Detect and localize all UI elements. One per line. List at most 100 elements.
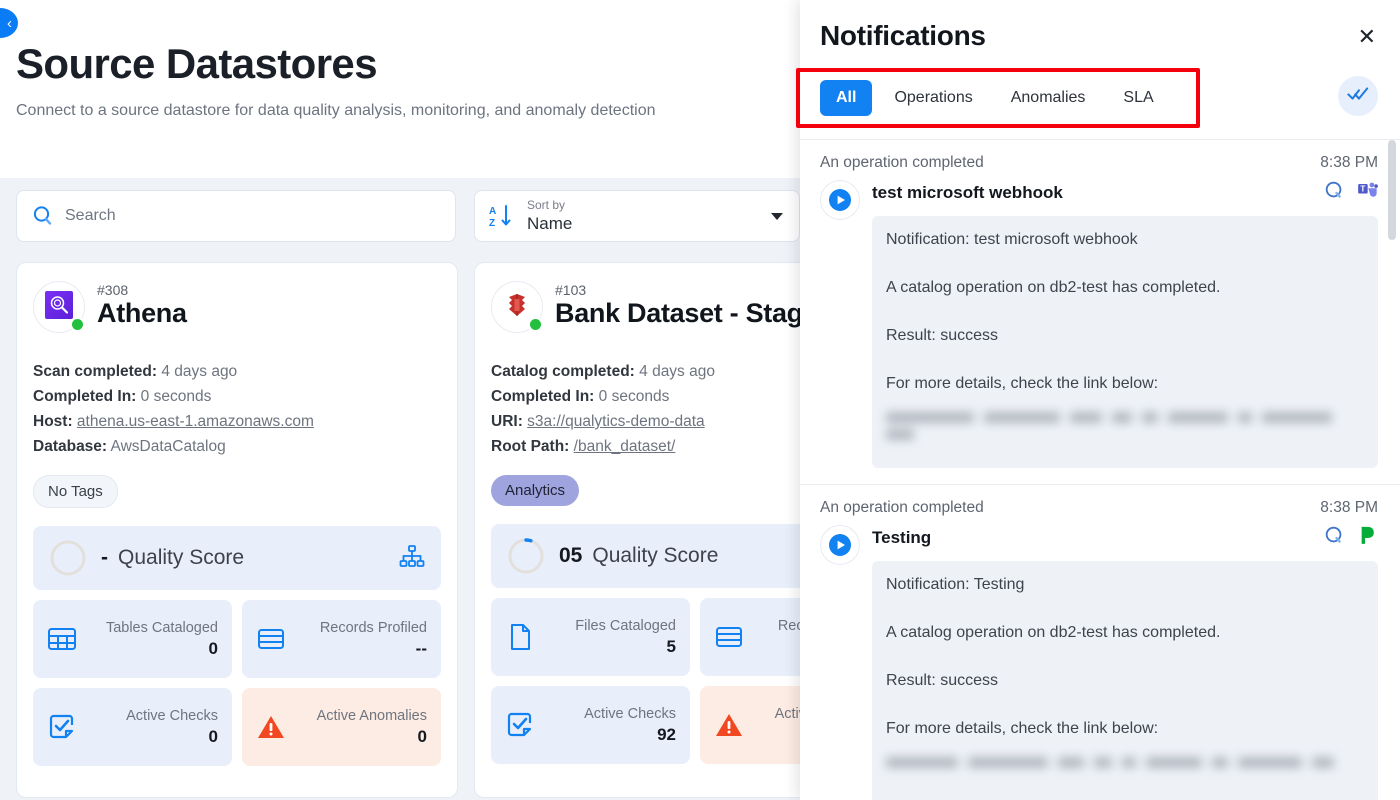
tab-operations[interactable]: Operations [878, 80, 988, 116]
stat-label: Files Cataloged [575, 618, 676, 634]
tab-sla[interactable]: SLA [1107, 80, 1169, 116]
chevron-down-icon[interactable] [771, 213, 783, 220]
play-operation-icon[interactable] [820, 180, 860, 220]
datastore-card[interactable]: #308 Athena Scan completed: 4 days ago C… [16, 262, 458, 798]
quality-score-ring [507, 537, 545, 575]
main-content-area: ‹ Source Datastores Connect to a source … [0, 0, 800, 800]
datastore-meta: Scan completed: 4 days ago Completed In:… [33, 359, 441, 459]
notification-content-row: Testing Notification: Testing A catalog … [820, 525, 1378, 800]
qualytics-icon [1324, 180, 1345, 206]
stat-tables-cataloged[interactable]: Tables Cataloged 0 [33, 600, 232, 678]
notification-head-line: test microsoft webhook T [872, 180, 1378, 206]
message-line: Notification: test microsoft webhook [886, 231, 1138, 248]
redacted-link[interactable] [886, 412, 1364, 458]
search-input[interactable]: Search [16, 190, 456, 242]
notification-time: 8:38 PM [1320, 154, 1378, 171]
datastore-tag[interactable]: Analytics [491, 475, 580, 506]
stat-label: Active Anomalies [316, 708, 427, 724]
stat-records-profiled[interactable]: Records Profiled -- [242, 600, 441, 678]
meta-row: Completed In: 0 seconds [491, 384, 800, 409]
meta-value: AwsDataCatalog [110, 438, 226, 455]
meta-label: Completed In: [491, 388, 595, 405]
stat-active-checks[interactable]: Active Checks 92 [491, 686, 690, 764]
message-line: A catalog operation on db2-test has comp… [886, 279, 1221, 296]
host-link[interactable]: athena.us-east-1.amazonaws.com [77, 413, 314, 430]
quality-score-value: - [101, 546, 108, 569]
meta-label: URI: [491, 413, 523, 430]
quality-score-panel: - Quality Score [33, 526, 441, 590]
notifications-panel: Notifications ✕ All Operations Anomalies… [800, 0, 1400, 800]
stat-active-checks[interactable]: Active Checks 0 [33, 688, 232, 766]
notification-name: Testing [872, 528, 932, 547]
aws-s3-icon [503, 291, 531, 324]
quality-score-value: 05 [559, 544, 583, 567]
datastore-name: Bank Dataset - Staging [555, 298, 800, 328]
notification-meta-row: An operation completed 8:38 PM [820, 499, 1378, 517]
meta-value: 0 seconds [140, 388, 212, 405]
stat-records-profiled[interactable]: Records Profiled -- [700, 598, 800, 676]
datastore-tag[interactable]: No Tags [33, 475, 118, 508]
notification-item[interactable]: An operation completed 8:38 PM Testing N… [800, 484, 1400, 800]
meta-value: 4 days ago [639, 363, 715, 380]
stat-files-cataloged[interactable]: Files Cataloged 5 [491, 598, 690, 676]
records-icon [714, 622, 744, 652]
meta-value: 4 days ago [161, 363, 238, 380]
meta-label: Scan completed: [33, 363, 158, 380]
stat-label: Tables Cataloged [105, 620, 218, 636]
meta-row: Host: athena.us-east-1.amazonaws.com [33, 409, 441, 434]
meta-row: Database: AwsDataCatalog [33, 434, 441, 459]
stat-value: 0 [208, 639, 218, 658]
datastore-avatar [33, 281, 85, 333]
warning-triangle-icon [256, 712, 286, 742]
notification-head-line: Testing [872, 525, 1378, 551]
stat-active-anomalies[interactable]: Active Anomalies 0 [700, 686, 800, 764]
notification-item[interactable]: An operation completed 8:38 PM test micr… [800, 140, 1400, 468]
root-path-link[interactable]: /bank_dataset/ [574, 438, 676, 455]
meta-label: Completed In: [33, 388, 137, 405]
sidebar-collapse-button[interactable]: ‹ [0, 8, 18, 38]
sort-by-select[interactable]: A Z Sort by Name [474, 190, 800, 242]
close-icon[interactable]: ✕ [1358, 26, 1376, 48]
uri-link[interactable]: s3a://qualytics-demo-data [527, 413, 704, 430]
notification-meta-row: An operation completed 8:38 PM [820, 154, 1378, 172]
quality-score-label: Quality Score [592, 544, 719, 567]
notification-time: 8:38 PM [1320, 499, 1378, 516]
chevron-left-icon: ‹ [7, 14, 12, 32]
notification-message: Notification: test microsoft webhook A c… [872, 216, 1378, 468]
check-square-icon [47, 712, 77, 742]
svg-text:Z: Z [489, 218, 495, 229]
notification-channel-icons [1324, 525, 1378, 551]
microsoft-teams-icon: T [1357, 180, 1378, 206]
toolbar: Search A Z Sort by Name [0, 190, 800, 244]
stat-value: 92 [657, 725, 676, 744]
notifications-scrollbar[interactable] [1388, 140, 1396, 240]
meta-row: URI: s3a://qualytics-demo-data [491, 409, 800, 434]
notification-name: test microsoft webhook [872, 183, 1063, 202]
status-indicator-online [528, 317, 543, 332]
meta-label: Root Path: [491, 438, 570, 455]
datastore-card[interactable]: #103 Bank Dataset - Staging Catalog comp… [474, 262, 800, 798]
quality-score-panel: 05 Quality Score [491, 524, 800, 588]
search-placeholder: Search [65, 207, 116, 224]
tab-anomalies[interactable]: Anomalies [995, 80, 1102, 116]
stat-label: Active Checks [584, 706, 676, 722]
page-header: ‹ Source Datastores Connect to a source … [0, 0, 800, 178]
tab-all[interactable]: All [820, 80, 873, 116]
notification-message: Notification: Testing A catalog operatio… [872, 561, 1378, 800]
notification-kind: An operation completed [820, 499, 984, 516]
screen-root: ‹ Source Datastores Connect to a source … [0, 0, 1400, 800]
redacted-link[interactable] [886, 757, 1364, 800]
meta-row: Root Path: /bank_dataset/ [491, 434, 800, 459]
play-operation-icon[interactable] [820, 525, 860, 565]
records-icon [256, 624, 286, 654]
mark-all-read-button[interactable] [1338, 76, 1378, 116]
stat-active-anomalies[interactable]: Active Anomalies 0 [242, 688, 441, 766]
check-square-icon [505, 710, 535, 740]
aws-athena-icon [45, 290, 73, 324]
pagerduty-icon [1357, 525, 1378, 551]
message-line: Result: success [886, 672, 999, 689]
notification-body: test microsoft webhook T Notification: t… [872, 180, 1378, 468]
meta-label: Database: [33, 438, 108, 455]
quality-score-label: Quality Score [118, 546, 245, 569]
lineage-icon[interactable] [399, 544, 425, 570]
